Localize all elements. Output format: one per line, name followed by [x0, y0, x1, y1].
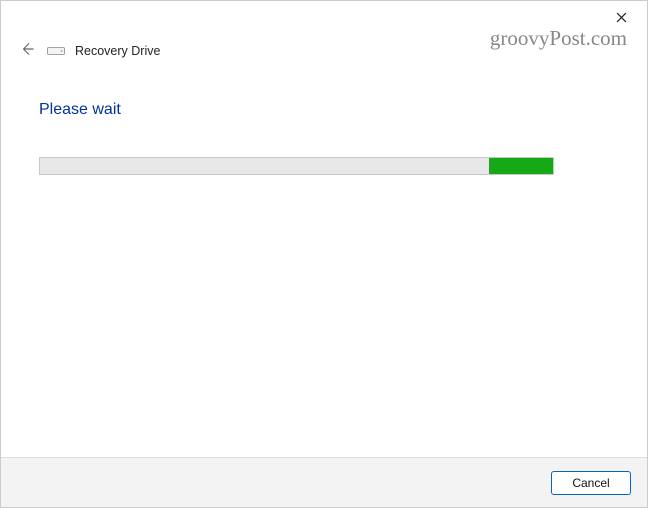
dialog-content: Please wait: [1, 71, 647, 457]
dialog-header: Recovery Drive: [1, 37, 647, 71]
close-icon: [616, 10, 627, 28]
back-arrow-icon: [20, 42, 34, 61]
progress-bar: [39, 157, 554, 175]
cancel-button[interactable]: Cancel: [551, 471, 631, 495]
dialog-title: Recovery Drive: [75, 44, 160, 58]
dialog-footer: Cancel: [1, 457, 647, 507]
status-heading: Please wait: [39, 101, 609, 119]
close-button[interactable]: [605, 5, 637, 33]
progress-fill: [489, 158, 553, 174]
drive-icon: [47, 44, 65, 58]
back-button[interactable]: [17, 41, 37, 61]
